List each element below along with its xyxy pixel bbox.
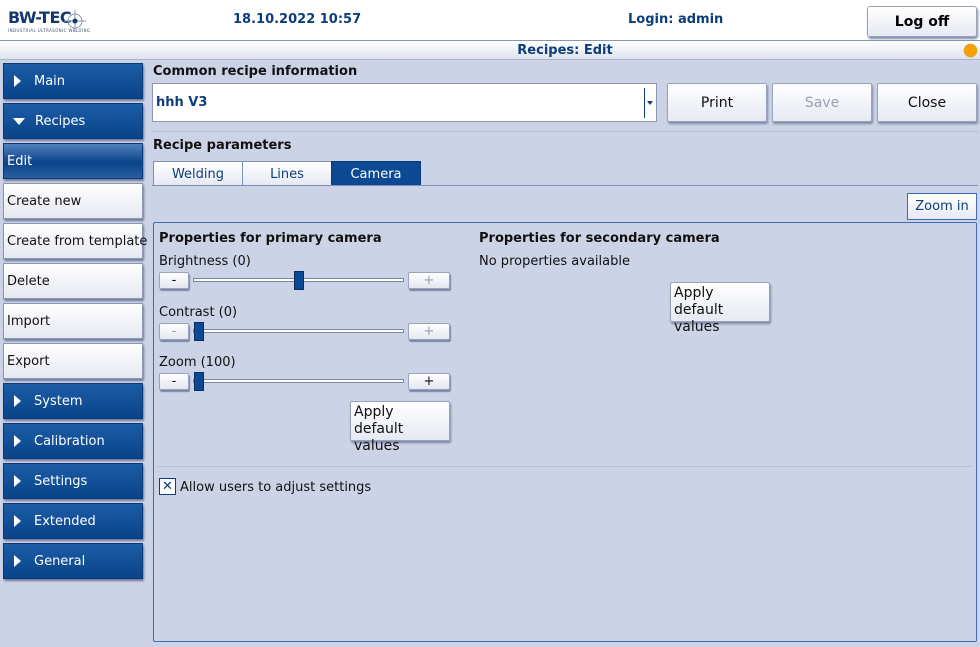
zoom-slider-track[interactable] [193, 379, 404, 383]
zoom-increase-button[interactable]: + [408, 373, 450, 390]
close-button[interactable]: Close [877, 83, 977, 122]
chevron-right-icon [14, 555, 21, 567]
brightness-slider-thumb[interactable] [294, 271, 304, 290]
sidebar-item-label: System [34, 393, 83, 409]
zoom-label: Zoom (100) [159, 355, 236, 370]
contrast-label: Contrast (0) [159, 305, 238, 320]
contrast-slider-thumb[interactable] [194, 322, 204, 341]
sidebar-item-label: Extended [34, 513, 96, 529]
recipe-select-value: hhh V3 [156, 95, 208, 110]
status-indicator [964, 44, 977, 57]
logoff-button[interactable]: Log off [867, 6, 977, 37]
zoom-decrease-button[interactable]: - [159, 373, 189, 390]
sidebar-item-edit[interactable]: Edit [3, 143, 143, 179]
recipe-params-heading: Recipe parameters [153, 138, 292, 153]
page-title: Recipes: Edit [517, 43, 613, 58]
sidebar-item-create-from-template[interactable]: Create from template [3, 223, 147, 259]
login-status: Login: admin [628, 12, 724, 27]
section-divider [152, 131, 978, 132]
tab-camera[interactable]: Camera [331, 161, 421, 186]
panel-divider [158, 466, 972, 467]
logo-text: BW-TEC [8, 8, 72, 27]
primary-apply-defaults-button[interactable]: Apply default values [350, 401, 450, 454]
brightness-increase-button[interactable]: + [408, 272, 450, 289]
camera-panel [153, 222, 977, 642]
sidebar-item-label: Settings [34, 473, 88, 489]
sidebar-item-calibration[interactable]: Calibration [3, 423, 143, 459]
chevron-right-icon [14, 515, 21, 527]
allow-adjust-label: Allow users to adjust settings [180, 480, 372, 495]
sidebar-item-label: Main [34, 73, 66, 89]
tab-underline [152, 185, 978, 186]
sidebar-item-delete[interactable]: Delete [3, 263, 143, 299]
sidebar-item-label: General [34, 553, 86, 569]
recipe-select[interactable]: hhh V3 [152, 83, 657, 122]
header-bar: BW-TEC INDUSTRIAL ULTRASONIC WELDING 18.… [0, 0, 980, 41]
save-button[interactable]: Save [772, 83, 872, 122]
sidebar-item-recipes[interactable]: Recipes [3, 103, 143, 139]
company-logo: BW-TEC INDUSTRIAL ULTRASONIC WELDING [6, 6, 90, 36]
sidebar-item-create-new[interactable]: Create new [3, 183, 143, 219]
zoom-slider-thumb[interactable] [194, 372, 204, 391]
zoom-in-button[interactable]: Zoom in [907, 193, 977, 220]
primary-camera-heading: Properties for primary camera [159, 231, 382, 246]
chevron-right-icon [14, 435, 21, 447]
brightness-label: Brightness (0) [159, 254, 251, 269]
sidebar-item-extended[interactable]: Extended [3, 503, 143, 539]
chevron-down-icon[interactable] [647, 101, 653, 105]
sidebar-item-label: Calibration [34, 433, 105, 449]
sidebar-item-system[interactable]: System [3, 383, 143, 419]
brightness-decrease-button[interactable]: - [159, 272, 189, 289]
datetime-display: 18.10.2022 10:57 [233, 12, 362, 27]
sidebar-item-label: Recipes [35, 113, 86, 129]
chevron-down-icon [13, 117, 25, 125]
secondary-apply-defaults-button[interactable]: Apply default values [670, 282, 770, 335]
contrast-decrease-button[interactable]: - [159, 323, 189, 340]
page-title-bar: Recipes: Edit [0, 41, 980, 60]
sidebar-item-export[interactable]: Export [3, 343, 143, 379]
common-info-heading: Common recipe information [153, 64, 358, 79]
print-button[interactable]: Print [667, 83, 767, 122]
chevron-right-icon [14, 475, 21, 487]
chevron-right-icon [14, 75, 21, 87]
allow-adjust-checkbox[interactable]: ✕ [159, 478, 176, 495]
sidebar-item-settings[interactable]: Settings [3, 463, 143, 499]
no-properties-text: No properties available [479, 254, 630, 269]
contrast-increase-button[interactable]: + [408, 323, 450, 340]
tab-welding[interactable]: Welding [153, 161, 243, 186]
sidebar-item-main[interactable]: Main [3, 63, 143, 99]
tab-lines[interactable]: Lines [242, 161, 332, 186]
select-divider [644, 88, 645, 118]
contrast-slider-track[interactable] [193, 329, 404, 333]
chevron-right-icon [14, 395, 21, 407]
secondary-camera-heading: Properties for secondary camera [479, 231, 720, 246]
crosshair-icon [64, 10, 86, 32]
sidebar-item-general[interactable]: General [3, 543, 143, 579]
sidebar-item-import[interactable]: Import [3, 303, 143, 339]
